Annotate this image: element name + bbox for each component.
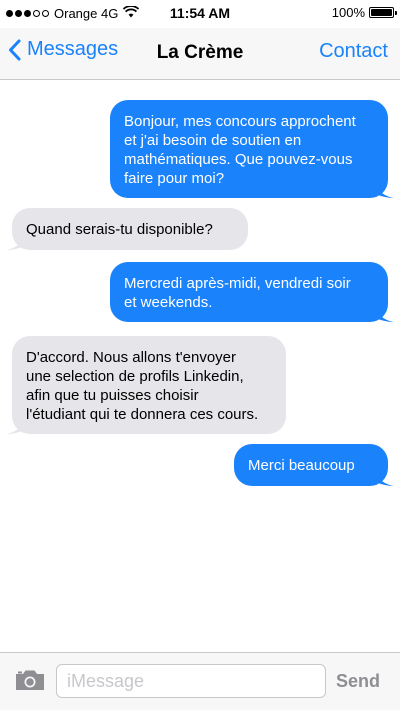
- message-line: afin que tu puisses choisir: [26, 387, 199, 404]
- chevron-left-icon: [9, 39, 21, 60]
- message-line: Bonjour, mes concours approchent: [124, 113, 356, 130]
- input-bar: Send: [0, 652, 400, 710]
- incoming-message[interactable]: Quand serais-tu disponible?: [6, 208, 248, 250]
- messages-screen: Orange 4G 11:54 AM 100% Messages La Crèm…: [0, 0, 400, 710]
- message-line: et weekends.: [124, 294, 213, 311]
- battery-fill: [371, 9, 392, 16]
- message-line: une selection de profils Linkedin,: [26, 368, 244, 385]
- camera-icon: [16, 670, 44, 690]
- bubble-tail: [6, 418, 24, 434]
- conversation: Bonjour, mes concours approchent et j'ai…: [0, 80, 400, 652]
- bubble-tail: [6, 234, 24, 250]
- bubble-tail: [376, 470, 394, 486]
- contact-button[interactable]: Contact: [319, 40, 388, 63]
- back-button[interactable]: Messages: [8, 38, 118, 61]
- outgoing-message[interactable]: Merci beaucoup: [234, 444, 394, 486]
- outgoing-message[interactable]: Mercredi après-midi, vendredi soir et we…: [110, 262, 394, 322]
- message-line: Quand serais-tu disponible?: [26, 221, 213, 238]
- status-right: 100%: [331, 5, 397, 20]
- message-line: Merci beaucoup: [248, 457, 355, 474]
- message-line: faire pour moi?: [124, 170, 225, 187]
- message-line: mathématiques. Que pouvez-vous: [124, 151, 353, 168]
- bubble-tail: [376, 306, 394, 322]
- message-line: l'étudiant qui te donnera ces cours.: [26, 406, 259, 423]
- message-line: Mercredi après-midi, vendredi soir: [124, 275, 351, 292]
- bubble-tail: [376, 182, 394, 198]
- send-button[interactable]: Send: [336, 671, 380, 692]
- message-line: et j'ai besoin de soutien en: [124, 132, 302, 149]
- camera-button[interactable]: [14, 668, 46, 697]
- status-bar: Orange 4G 11:54 AM 100%: [0, 0, 400, 28]
- outgoing-message[interactable]: Bonjour, mes concours approchent et j'ai…: [110, 100, 394, 198]
- incoming-message[interactable]: D'accord. Nous allons t'envoyer une sele…: [6, 336, 286, 434]
- message-input[interactable]: [56, 664, 326, 698]
- back-button-label: Messages: [27, 38, 119, 60]
- message-line: D'accord. Nous allons t'envoyer: [26, 349, 236, 366]
- battery-icon: [369, 7, 397, 18]
- nav-bar: Messages La Crème Contact: [0, 28, 400, 80]
- battery-percentage: 100%: [331, 5, 365, 20]
